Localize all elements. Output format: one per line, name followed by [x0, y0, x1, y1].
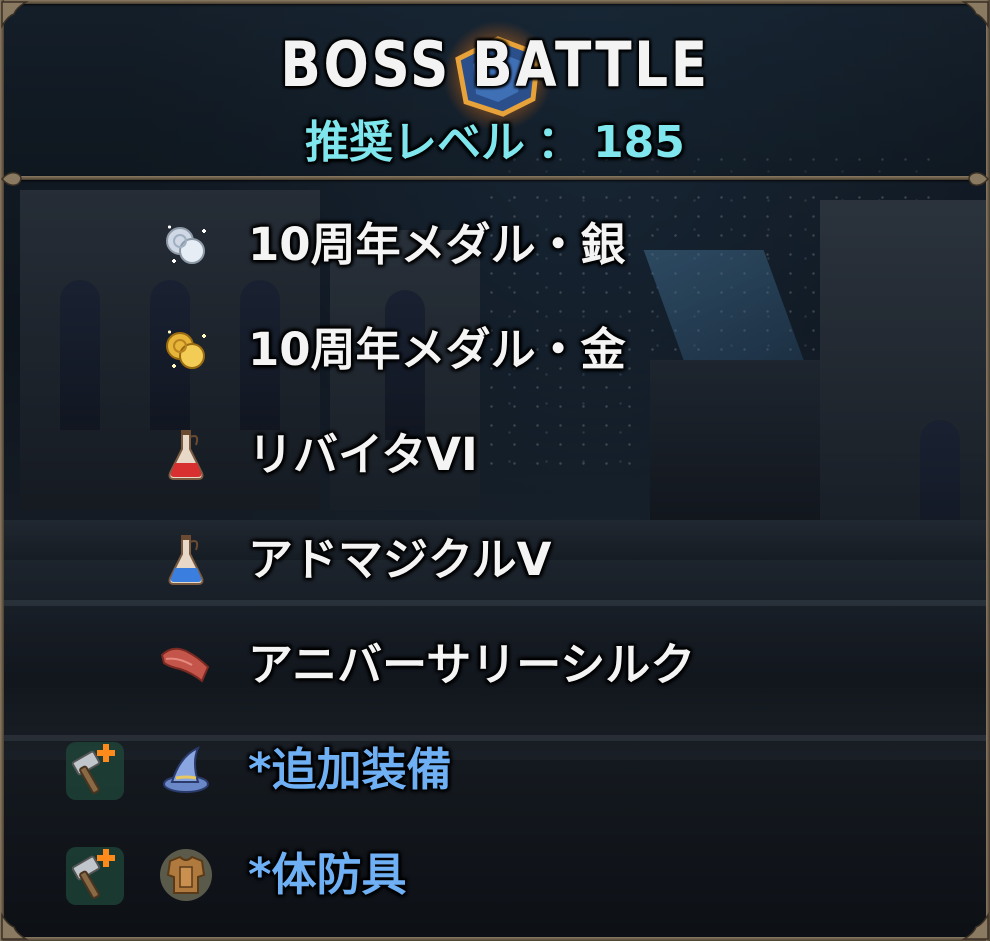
reward-label: 10周年メダル・銀 [248, 218, 626, 271]
reward-row[interactable]: *追加装備 [0, 730, 990, 810]
wizard-hat-icon [163, 746, 209, 793]
frame-border-left [0, 0, 4, 941]
frame-border-top [0, 0, 990, 4]
hammer-plus-icon [66, 742, 124, 800]
frame-corner-ornament [1, 1, 29, 29]
reward-row[interactable]: リバイタVI [0, 415, 990, 495]
recommended-level-label: 推奨レベル [305, 117, 526, 168]
level-separator: ： [537, 117, 582, 168]
reward-label: アドマジクルV [248, 533, 552, 586]
frame-corner-ornament [961, 1, 989, 29]
reward-row[interactable]: 10周年メダル・金 [0, 310, 990, 390]
frame-corner-ornament [961, 912, 989, 940]
reward-label: アニバーサリーシルク [248, 638, 696, 691]
silver-medal-icon [166, 225, 206, 264]
frame-divider [0, 176, 990, 180]
reward-row[interactable]: 10周年メダル・銀 [0, 205, 990, 285]
blue-potion-icon [168, 535, 204, 585]
frame-corner-ornament [0, 172, 22, 186]
hammer-plus-icon [66, 847, 124, 905]
gold-medal-icon [166, 330, 206, 369]
reward-row[interactable]: アドマジクルV [0, 520, 990, 600]
silk-cloth-icon [160, 647, 210, 683]
page-title: BOSS BATTLE [280, 28, 710, 101]
body-armor-icon [160, 849, 212, 901]
red-potion-icon [168, 430, 204, 480]
equipment-label: *体防具 [248, 848, 407, 901]
recommended-level-value: 185 [593, 117, 685, 168]
frame-corner-ornament [968, 172, 990, 186]
equipment-label: *追加装備 [248, 743, 452, 796]
frame-corner-ornament [1, 912, 29, 940]
reward-row[interactable]: *体防具 [0, 835, 990, 915]
frame-border-right [986, 0, 990, 941]
recommended-level: 推奨レベル： 185 [0, 106, 990, 170]
reward-row[interactable]: アニバーサリーシルク [0, 625, 990, 705]
reward-label: 10周年メダル・金 [248, 323, 626, 376]
frame-border-bottom [0, 937, 990, 941]
reward-label: リバイタVI [248, 428, 478, 481]
